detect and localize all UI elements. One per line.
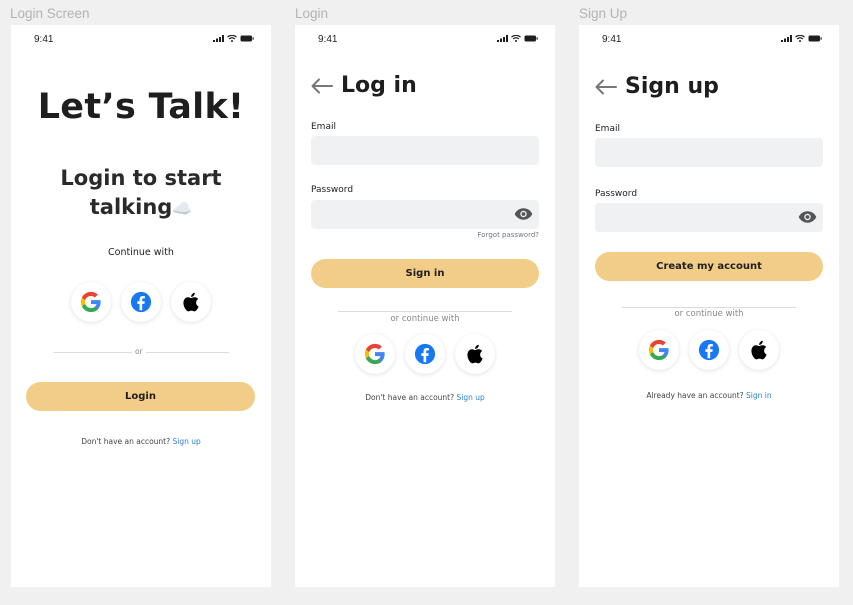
page-title: Log in <box>341 73 417 98</box>
have-account-text: Already have an account? <box>646 391 744 400</box>
signal-icon <box>213 35 224 42</box>
social-login-row <box>295 334 555 374</box>
frame-label-login-screen: Login Screen <box>10 6 90 21</box>
apple-login-button[interactable] <box>171 282 211 322</box>
eye-icon[interactable] <box>514 207 533 221</box>
facebook-login-button[interactable] <box>689 330 729 370</box>
or-continue-with-label: or continue with <box>671 309 747 319</box>
signup-frame: 9:41 Sign up Email Password Create my ac… <box>579 25 839 587</box>
eye-icon[interactable] <box>798 210 817 224</box>
subtitle-line-1: Login to start <box>60 166 222 190</box>
social-login-row <box>11 282 271 322</box>
sign-up-link[interactable]: Sign up <box>173 437 201 446</box>
frame-label-login: Login <box>295 6 329 21</box>
or-continue-with-label: or continue with <box>387 314 463 324</box>
wifi-icon <box>511 35 521 42</box>
apple-login-button[interactable] <box>455 334 495 374</box>
cloud-emoji: ☁️ <box>172 199 193 218</box>
facebook-login-button[interactable] <box>121 282 161 322</box>
google-login-button[interactable] <box>639 330 679 370</box>
facebook-icon <box>414 343 436 365</box>
email-field[interactable] <box>311 136 539 165</box>
apple-icon <box>467 344 483 364</box>
status-bar: 9:41 <box>34 34 254 46</box>
status-time: 9:41 <box>34 34 54 45</box>
sign-up-link[interactable]: Sign up <box>457 393 485 402</box>
password-field[interactable] <box>595 203 823 232</box>
facebook-icon <box>698 339 720 361</box>
login-subtitle: Login to start talking☁️ <box>11 164 271 223</box>
battery-icon <box>240 35 254 42</box>
email-label: Email <box>595 124 620 134</box>
wifi-icon <box>795 35 805 42</box>
email-field[interactable] <box>595 138 823 167</box>
forgot-password-link[interactable]: Forgot password? <box>478 231 539 239</box>
signup-prompt: Don't have an account? Sign up <box>11 437 271 446</box>
continue-with-label: Continue with <box>108 247 174 258</box>
no-account-text: Don't have an account? <box>81 437 171 446</box>
no-account-text: Don't have an account? <box>365 393 455 402</box>
status-bar: 9:41 <box>318 34 538 46</box>
password-label: Password <box>311 185 354 195</box>
login-screen-frame: 9:41 Let’s Talk! Login to start talking☁… <box>11 25 271 587</box>
apple-icon <box>751 340 767 360</box>
battery-icon <box>808 35 822 42</box>
sign-in-button[interactable]: Sign in <box>311 259 539 288</box>
login-button[interactable]: Login <box>26 382 255 411</box>
google-login-button[interactable] <box>355 334 395 374</box>
signal-icon <box>497 35 508 42</box>
facebook-icon <box>130 291 152 313</box>
signal-icon <box>781 35 792 42</box>
arrow-left-icon[interactable] <box>595 79 617 95</box>
signup-prompt: Don't have an account? Sign up <box>295 393 555 402</box>
page-title: Sign up <box>625 74 719 99</box>
or-divider-label: or <box>132 347 146 356</box>
social-login-row <box>579 330 839 370</box>
status-time: 9:41 <box>318 34 338 45</box>
google-icon <box>80 291 101 313</box>
google-icon <box>364 343 385 365</box>
subtitle-line-2: talking <box>89 195 173 219</box>
status-time: 9:41 <box>602 34 622 45</box>
create-account-button[interactable]: Create my account <box>595 252 823 281</box>
wifi-icon <box>227 35 237 42</box>
page-header: Sign up <box>595 74 719 99</box>
password-field[interactable] <box>311 200 539 229</box>
status-bar: 9:41 <box>602 34 822 46</box>
apple-login-button[interactable] <box>739 330 779 370</box>
facebook-login-button[interactable] <box>405 334 445 374</box>
arrow-left-icon[interactable] <box>311 78 333 94</box>
battery-icon <box>524 35 538 42</box>
apple-icon <box>183 292 199 312</box>
password-label: Password <box>595 189 638 199</box>
page-header: Log in <box>311 73 417 98</box>
email-label: Email <box>311 122 336 132</box>
signin-prompt: Already have an account? Sign in <box>579 391 839 400</box>
app-title: Let’s Talk! <box>37 87 245 127</box>
frame-label-signup: Sign Up <box>579 6 628 21</box>
login-frame: 9:41 Log in Email Password Forgot passwo… <box>295 25 555 587</box>
sign-in-link[interactable]: Sign in <box>746 391 772 400</box>
google-login-button[interactable] <box>71 282 111 322</box>
google-icon <box>648 339 669 361</box>
